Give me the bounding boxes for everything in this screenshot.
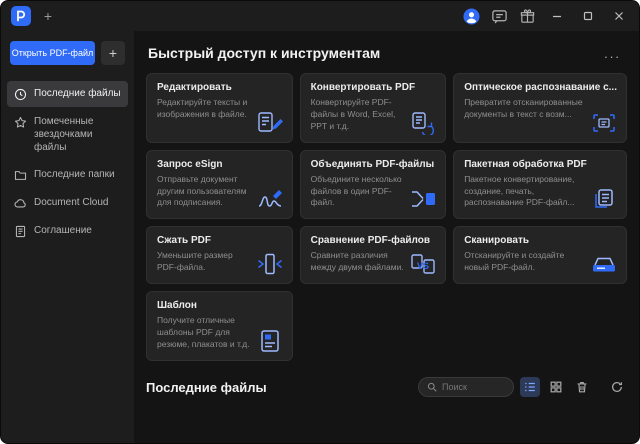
- batch-icon: [590, 187, 618, 211]
- recent-files-title: Последние файлы: [146, 380, 267, 395]
- close-button[interactable]: [609, 6, 629, 26]
- refresh-button[interactable]: [607, 377, 627, 397]
- card-title: Объединять PDF-файлы: [311, 159, 437, 170]
- tool-card-edit[interactable]: РедактироватьРедактируйте тексты и изобр…: [146, 73, 293, 143]
- titlebar-actions: [463, 6, 629, 26]
- open-pdf-button[interactable]: Открыть PDF-файл: [10, 41, 95, 65]
- user-avatar-icon[interactable]: [463, 8, 480, 25]
- card-title: Конвертировать PDF: [311, 82, 437, 93]
- titlebar: +: [1, 1, 639, 31]
- cloud-icon: [14, 197, 27, 210]
- tool-card-scan[interactable]: СканироватьОтсканируйте и создайте новый…: [453, 226, 627, 284]
- ocr-icon: [590, 111, 618, 135]
- agreement-icon: [14, 225, 27, 238]
- card-title: Оптическое распознавание с...: [464, 82, 617, 93]
- sidebar-item-star[interactable]: Помеченные звездочками файлы: [7, 109, 128, 160]
- star-icon: [14, 116, 27, 129]
- tool-card-template[interactable]: ШаблонПолучите отличные шаблоны PDF для …: [146, 291, 293, 361]
- esign-icon: [256, 187, 284, 211]
- clock-icon: [14, 88, 27, 101]
- app-logo-icon[interactable]: [11, 6, 31, 26]
- sidebar-item-cloud[interactable]: Document Cloud: [7, 190, 128, 216]
- sidebar-item-agreement[interactable]: Соглашение: [7, 218, 128, 244]
- quick-access-title: Быстрый доступ к инструментам: [148, 45, 380, 61]
- tool-card-convert[interactable]: Конвертировать PDFКонвертируйте PDF-файл…: [300, 73, 447, 143]
- maximize-button[interactable]: [578, 6, 598, 26]
- tool-card-compress[interactable]: Сжать PDFУменьшите размер PDF-файла.: [146, 226, 293, 284]
- sidebar-item-label: Помеченные звездочками файлы: [34, 115, 121, 154]
- search-input[interactable]: [442, 382, 506, 392]
- card-title: Шаблон: [157, 300, 283, 311]
- main-panel: Быстрый доступ к инструментам ... Редакт…: [134, 31, 639, 443]
- sidebar-item-clock[interactable]: Последние файлы: [7, 81, 128, 107]
- sidebar-item-label: Последние файлы: [34, 87, 121, 100]
- tool-card-merge[interactable]: Объединять PDF-файлыОбъедините несколько…: [300, 150, 447, 220]
- card-title: Редактировать: [157, 82, 283, 93]
- tool-card-compare[interactable]: Сравнение PDF-файловСравните различия ме…: [300, 226, 447, 284]
- edit-icon: [256, 111, 284, 135]
- svg-text:VS: VS: [417, 261, 429, 271]
- recent-files-controls: [418, 377, 627, 397]
- sidebar-nav: Последние файлы Помеченные звездочками фа…: [1, 81, 134, 244]
- app-window: + Открыть PDF-файл: [0, 0, 640, 444]
- convert-icon: [409, 111, 437, 135]
- message-bubble-icon[interactable]: [491, 8, 508, 25]
- merge-icon: [409, 187, 437, 211]
- trash-icon: [575, 380, 589, 394]
- list-view-icon: [523, 380, 537, 394]
- gift-icon[interactable]: [519, 8, 536, 25]
- sidebar-item-label: Соглашение: [34, 224, 92, 237]
- sidebar-item-label: Document Cloud: [34, 196, 108, 209]
- sidebar-item-label: Последние папки: [34, 168, 115, 181]
- grid-view-button[interactable]: [546, 377, 566, 397]
- scan-icon: [590, 252, 618, 276]
- compare-icon: VS: [409, 252, 437, 276]
- more-button[interactable]: ...: [600, 46, 625, 61]
- sidebar-item-folder[interactable]: Последние папки: [7, 162, 128, 188]
- grid-view-icon: [549, 380, 563, 394]
- template-icon: [256, 329, 284, 353]
- trash-button[interactable]: [572, 377, 592, 397]
- search-icon: [427, 382, 437, 392]
- card-title: Сравнение PDF-файлов: [311, 235, 437, 246]
- card-title: Запрос eSign: [157, 159, 283, 170]
- list-view-button[interactable]: [520, 377, 540, 397]
- tool-card-grid: РедактироватьРедактируйте тексты и изобр…: [146, 73, 627, 361]
- tool-card-esign[interactable]: Запрос eSignОтправьте документ другим по…: [146, 150, 293, 220]
- sidebar: Открыть PDF-файл + Последние файлы Помече…: [1, 31, 134, 443]
- refresh-icon: [610, 380, 624, 394]
- tool-card-batch[interactable]: Пакетная обработка PDFПакетное конвертир…: [453, 150, 627, 220]
- card-title: Сканировать: [464, 235, 617, 246]
- tool-card-ocr[interactable]: Оптическое распознавание с...Превратите …: [453, 73, 627, 143]
- card-title: Сжать PDF: [157, 235, 283, 246]
- add-file-button[interactable]: +: [101, 41, 125, 65]
- search-box[interactable]: [418, 377, 514, 397]
- new-tab-button[interactable]: +: [40, 9, 56, 23]
- minimize-button[interactable]: [547, 6, 567, 26]
- folder-icon: [14, 169, 27, 182]
- compress-icon: [256, 252, 284, 276]
- card-title: Пакетная обработка PDF: [464, 159, 617, 170]
